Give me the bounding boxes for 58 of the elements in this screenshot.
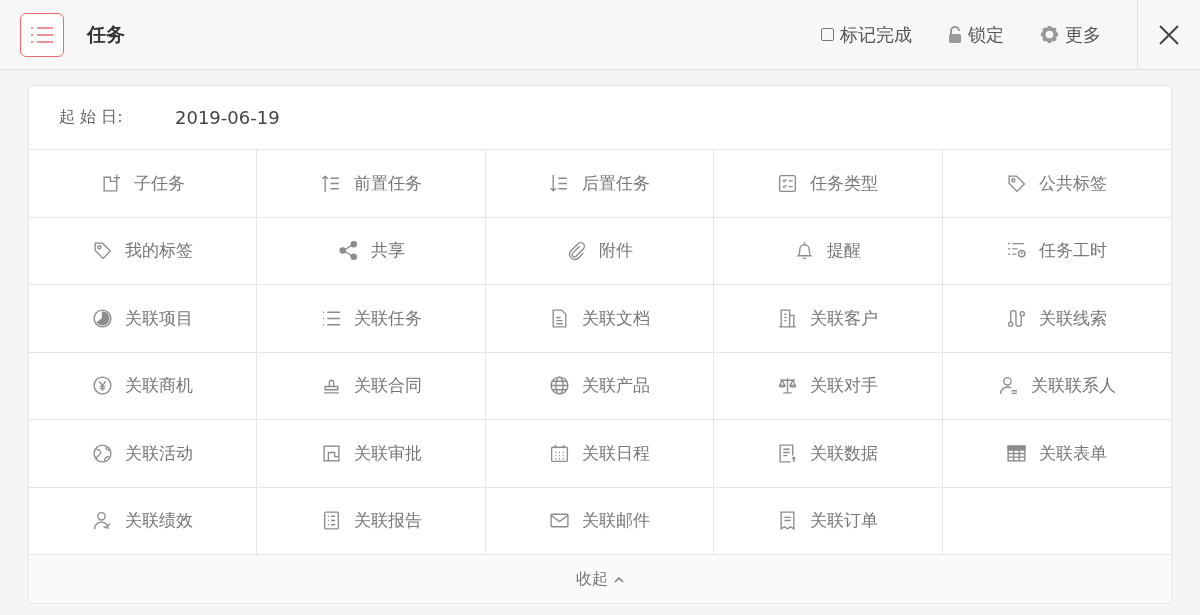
person-icon: [997, 375, 1019, 397]
document-plus-icon: [100, 172, 122, 194]
action-item[interactable]: 我的标签: [29, 217, 258, 285]
action-item[interactable]: 关联数据: [714, 420, 943, 488]
checkbox-action-button[interactable]: 标记完成: [821, 22, 912, 47]
collapse-button[interactable]: 收起: [576, 568, 624, 590]
globe-icon: [549, 375, 570, 397]
tag-icon: [1006, 172, 1028, 194]
action-item[interactable]: 前置任务: [257, 150, 486, 218]
pie-chart-icon: [92, 307, 114, 329]
checklist-icon: [777, 172, 799, 194]
calendar-icon: [549, 442, 570, 464]
gear-icon: [1040, 25, 1059, 44]
close-icon: [1158, 23, 1180, 46]
menu-icon: [30, 24, 54, 45]
action-item[interactable]: 任务类型: [714, 150, 943, 218]
action-item[interactable]: 子任务: [29, 150, 258, 218]
action-item[interactable]: 后置任务: [485, 150, 715, 218]
scale-icon: [777, 375, 799, 397]
action-item[interactable]: 关联客户: [714, 285, 943, 353]
action-item[interactable]: 关联合同: [257, 352, 486, 420]
swirl-circle-icon: [92, 442, 114, 464]
action-item[interactable]: 关联产品: [485, 352, 715, 420]
action-item[interactable]: 关联对手: [714, 352, 943, 420]
action-item[interactable]: 关联任务: [257, 285, 486, 353]
panel-title: 任务: [87, 21, 126, 47]
action-item[interactable]: 关联报告: [257, 487, 486, 555]
paperclip-icon: [566, 240, 587, 262]
table-icon: [1006, 442, 1028, 464]
action-item[interactable]: 关联商机: [29, 352, 258, 420]
share-icon: [337, 240, 359, 262]
yen-circle-icon: [92, 375, 114, 397]
lock-icon: [948, 25, 962, 44]
action-item[interactable]: 关联日程: [485, 420, 715, 488]
caret-icon: [614, 575, 624, 583]
action-item[interactable]: 附件: [485, 217, 715, 285]
action-item[interactable]: 关联项目: [29, 285, 258, 353]
arrow-down-list-icon: [549, 172, 570, 194]
action-item[interactable]: 关联邮件: [485, 487, 715, 555]
building-icon: [777, 307, 799, 329]
action-item[interactable]: 关联审批: [257, 420, 486, 488]
arrow-up-list-icon: [320, 172, 342, 194]
field-label: 起 始 日:: [59, 107, 124, 128]
action-item[interactable]: 关联活动: [29, 420, 258, 488]
action-item[interactable]: 提醒: [714, 217, 943, 285]
action-item[interactable]: 共享: [257, 217, 486, 285]
menu-button[interactable]: [20, 12, 64, 57]
route-icon: [1006, 307, 1028, 329]
lock-action-button[interactable]: 锁定: [948, 22, 1004, 47]
square-frame-icon: [320, 442, 342, 464]
tag-icon: [92, 240, 114, 262]
date-value: 2019-06-19: [175, 107, 280, 128]
action-item[interactable]: 关联订单: [714, 487, 943, 555]
document-arrow-icon: [777, 442, 799, 464]
action-item[interactable]: 关联文档: [485, 285, 715, 353]
checkbox[interactable]: [821, 28, 834, 41]
action-item[interactable]: 关联绩效: [29, 487, 258, 555]
more-action-button[interactable]: 更多: [1040, 22, 1101, 47]
